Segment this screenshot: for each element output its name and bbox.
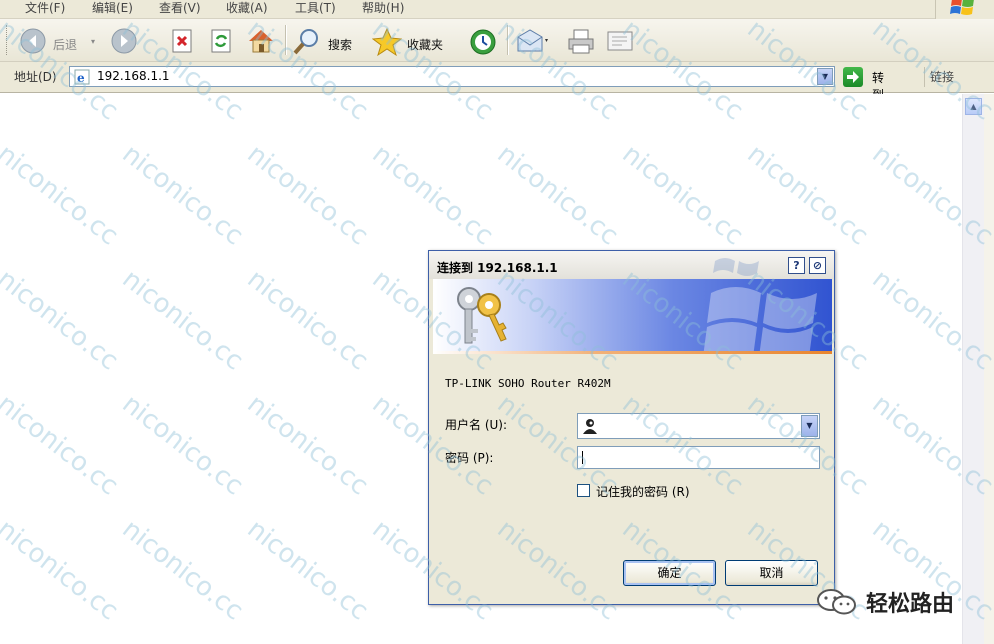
- back-label: 后退: [53, 38, 78, 52]
- menu-tools[interactable]: 工具(T): [295, 0, 336, 18]
- back-dropdown-icon[interactable]: ▾: [91, 37, 95, 46]
- wechat-icon: [817, 589, 856, 615]
- dialog-title: 连接到 192.168.1.1: [437, 261, 558, 275]
- refresh-button[interactable]: [209, 23, 237, 57]
- home-icon: [249, 30, 273, 53]
- user-icon: [583, 419, 597, 434]
- mail-button[interactable]: [516, 23, 558, 57]
- menu-bar: 文件(F) 编辑(E) 查看(V) 收藏(A) 工具(T) 帮助(H): [0, 0, 994, 19]
- search-label: 搜索: [328, 38, 353, 52]
- address-input[interactable]: e 192.168.1.1 ▼: [69, 66, 835, 87]
- refresh-icon: [211, 29, 231, 53]
- menu-file[interactable]: 文件(F): [25, 0, 65, 18]
- printer-icon: [568, 29, 594, 54]
- go-arrow-icon: [843, 67, 863, 87]
- forward-arrow-icon: [111, 28, 137, 54]
- standard-toolbar: 后退 ▾ 搜索 收藏夹: [0, 19, 994, 62]
- menu-view[interactable]: 查看(V): [159, 0, 201, 18]
- keys-icon: [457, 287, 507, 344]
- search-icon: [293, 29, 318, 55]
- ie-page-icon: e: [74, 69, 90, 85]
- print-button[interactable]: [566, 23, 598, 57]
- address-dropdown-icon[interactable]: ▼: [817, 68, 833, 85]
- edit-button[interactable]: [605, 23, 637, 57]
- back-arrow-icon: [20, 28, 46, 54]
- brand-text: 轻松路由: [866, 592, 955, 617]
- window-frame-right: [984, 94, 994, 644]
- remember-password-label: 记住我的密码 (R): [596, 485, 690, 499]
- toolbar-separator: [507, 25, 509, 55]
- banner-accent-line: [433, 351, 832, 354]
- star-icon: [372, 27, 402, 57]
- address-url: 192.168.1.1: [97, 69, 170, 83]
- ok-button[interactable]: 确定: [623, 560, 716, 586]
- menu-edit[interactable]: 编辑(E): [92, 0, 133, 18]
- stop-button[interactable]: [170, 23, 198, 57]
- menu-favorites[interactable]: 收藏(A): [226, 0, 268, 18]
- username-label: 用户名 (U):: [445, 418, 508, 432]
- checkbox-box[interactable]: [577, 484, 590, 497]
- username-field[interactable]: ▼: [577, 413, 820, 439]
- cancel-button[interactable]: 取消: [725, 560, 818, 586]
- edit-page-icon: [607, 31, 633, 51]
- close-button[interactable]: ⊘: [809, 257, 826, 274]
- mail-icon: [517, 29, 548, 52]
- favorites-label: 收藏夹: [407, 38, 444, 52]
- scroll-up-arrow-icon[interactable]: ▲: [965, 98, 982, 115]
- forward-button[interactable]: [110, 23, 150, 57]
- history-icon: [470, 29, 496, 55]
- dialog-titlebar[interactable]: 连接到 192.168.1.1 ? ⊘: [429, 251, 834, 279]
- dialog-banner: [433, 279, 832, 354]
- home-button[interactable]: [246, 23, 278, 57]
- stop-icon: [172, 29, 192, 53]
- realm-text: TP-LINK SOHO Router R402M: [445, 377, 611, 390]
- svg-text:e: e: [77, 71, 85, 85]
- help-button[interactable]: ?: [788, 257, 805, 274]
- links-button[interactable]: 链接: [930, 68, 954, 85]
- username-dropdown-icon[interactable]: ▼: [801, 415, 818, 437]
- vertical-scrollbar[interactable]: ▲: [962, 94, 985, 644]
- password-label: 密码 (P):: [445, 451, 494, 465]
- favorites-button[interactable]: 收藏夹: [372, 23, 458, 57]
- titlebar-logo-icon: [713, 258, 759, 276]
- login-dialog: 连接到 192.168.1.1 ? ⊘ TP-LINK SOHO Router …: [428, 250, 835, 605]
- search-button[interactable]: 搜索: [292, 23, 362, 57]
- text-caret: [582, 451, 583, 464]
- history-button[interactable]: [468, 23, 500, 57]
- address-label: 地址(D): [14, 70, 57, 84]
- password-field[interactable]: [577, 446, 820, 469]
- links-separator: [924, 67, 925, 87]
- address-bar: 地址(D) e 192.168.1.1 ▼ 转到 链接: [0, 62, 994, 102]
- windows-watermark-logo-icon: [703, 287, 817, 354]
- toolbar-separator: [285, 25, 287, 55]
- toolbar-grip[interactable]: [6, 25, 10, 55]
- menu-help[interactable]: 帮助(H): [362, 0, 404, 18]
- back-button[interactable]: 后退 ▾: [17, 23, 95, 57]
